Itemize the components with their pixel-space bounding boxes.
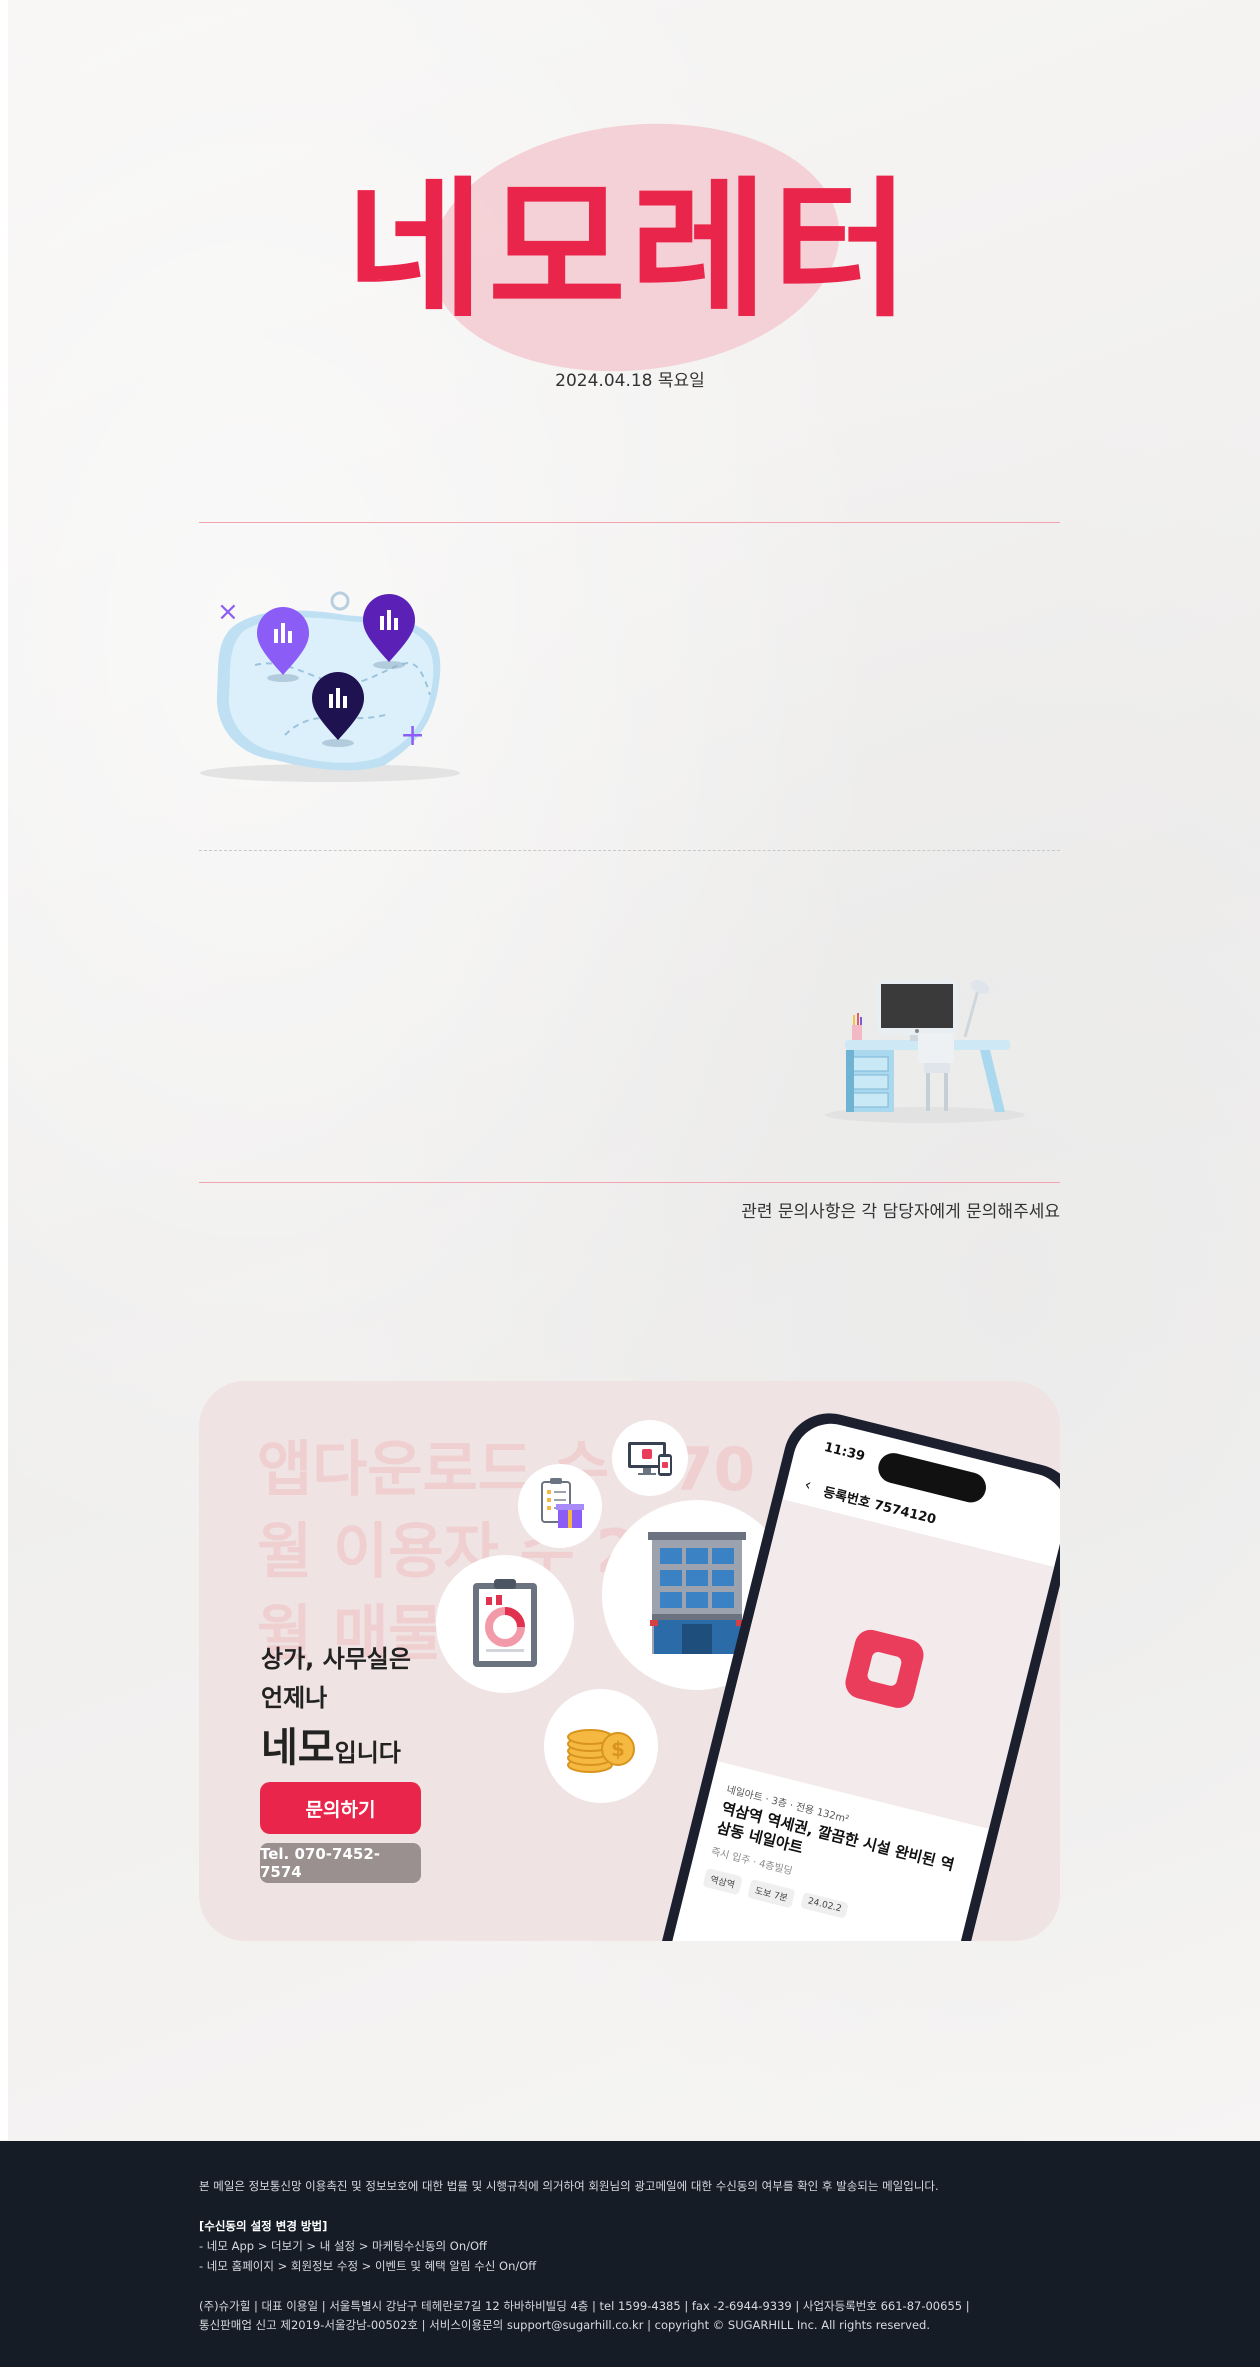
phone-time: 11:39 xyxy=(822,1439,867,1465)
footer-disclaimer: 본 메일은 정보통신망 이용촉진 및 정보보호에 대한 법률 및 시행규칙에 의… xyxy=(199,2179,939,2193)
map-pins-illustration: × + xyxy=(200,591,460,782)
footer-settings-app: - 네모 App > 더보기 > 내 설정 > 마케팅수신동의 On/Off xyxy=(199,2239,487,2253)
monitor-phone-icon xyxy=(612,1420,688,1496)
inquiry-button[interactable]: 문의하기 xyxy=(260,1782,421,1834)
app-promo-banner[interactable]: 앱다운로드 수 370 월 이용자 수 2 월 매물 $ 11:39 ‹ 등록번… xyxy=(199,1381,1060,1941)
divider-dashed xyxy=(199,850,1060,851)
report-clipboard-icon xyxy=(436,1555,574,1693)
contact-notice: 관련 문의사항은 각 담당자에게 문의해주세요 xyxy=(741,1202,1060,1222)
back-arrow-icon: ‹ xyxy=(802,1474,814,1495)
divider-bottom xyxy=(199,1182,1060,1183)
coins-dollar-icon: $ xyxy=(544,1689,658,1803)
footer-copyright: 통신판매업 신고 제2019-서울강남-00502호 | 서비스이용문의 sup… xyxy=(199,2318,930,2332)
listing-chip: 24.02.2 xyxy=(800,1892,850,1919)
newsletter-brand-title: 네모레터 xyxy=(345,162,914,338)
svg-text:+: + xyxy=(400,718,425,753)
office-desk-illustration xyxy=(825,980,1025,1123)
issue-date: 2024.04.18 목요일 xyxy=(555,371,705,391)
banner-headline-2: 언제나 xyxy=(261,1684,328,1712)
svg-text:×: × xyxy=(217,597,239,627)
footer: 본 메일은 정보통신망 이용촉진 및 정보보호에 대한 법률 및 시행규칙에 의… xyxy=(0,2141,1260,2367)
banner-brand-suffix: 입니다 xyxy=(334,1739,401,1767)
checklist-gift-icon xyxy=(518,1464,602,1548)
footer-company-info: (주)슈가힐 | 대표 이용일 | 서울특별시 강남구 테헤란로7길 12 하바… xyxy=(199,2299,970,2313)
banner-brand-word: 네모 xyxy=(261,1725,335,1771)
phone-number-button[interactable]: Tel. 070-7452-7574 xyxy=(260,1843,421,1883)
footer-settings-web: - 네모 홈페이지 > 회원정보 수정 > 이벤트 및 혜택 알림 수신 On/… xyxy=(199,2259,537,2273)
nemo-logo-icon xyxy=(842,1626,927,1712)
svg-text:$: $ xyxy=(611,1737,625,1761)
listing-chip: 역삼역 xyxy=(702,1867,743,1896)
footer-settings-title: [수신동의 설정 변경 방법] xyxy=(199,2219,328,2233)
listing-chip: 도보 7분 xyxy=(747,1879,796,1909)
banner-headline-1: 상가, 사무실은 xyxy=(261,1645,411,1673)
banner-headline-3: 네모입니다 xyxy=(261,1715,401,1773)
divider-top xyxy=(199,522,1060,523)
